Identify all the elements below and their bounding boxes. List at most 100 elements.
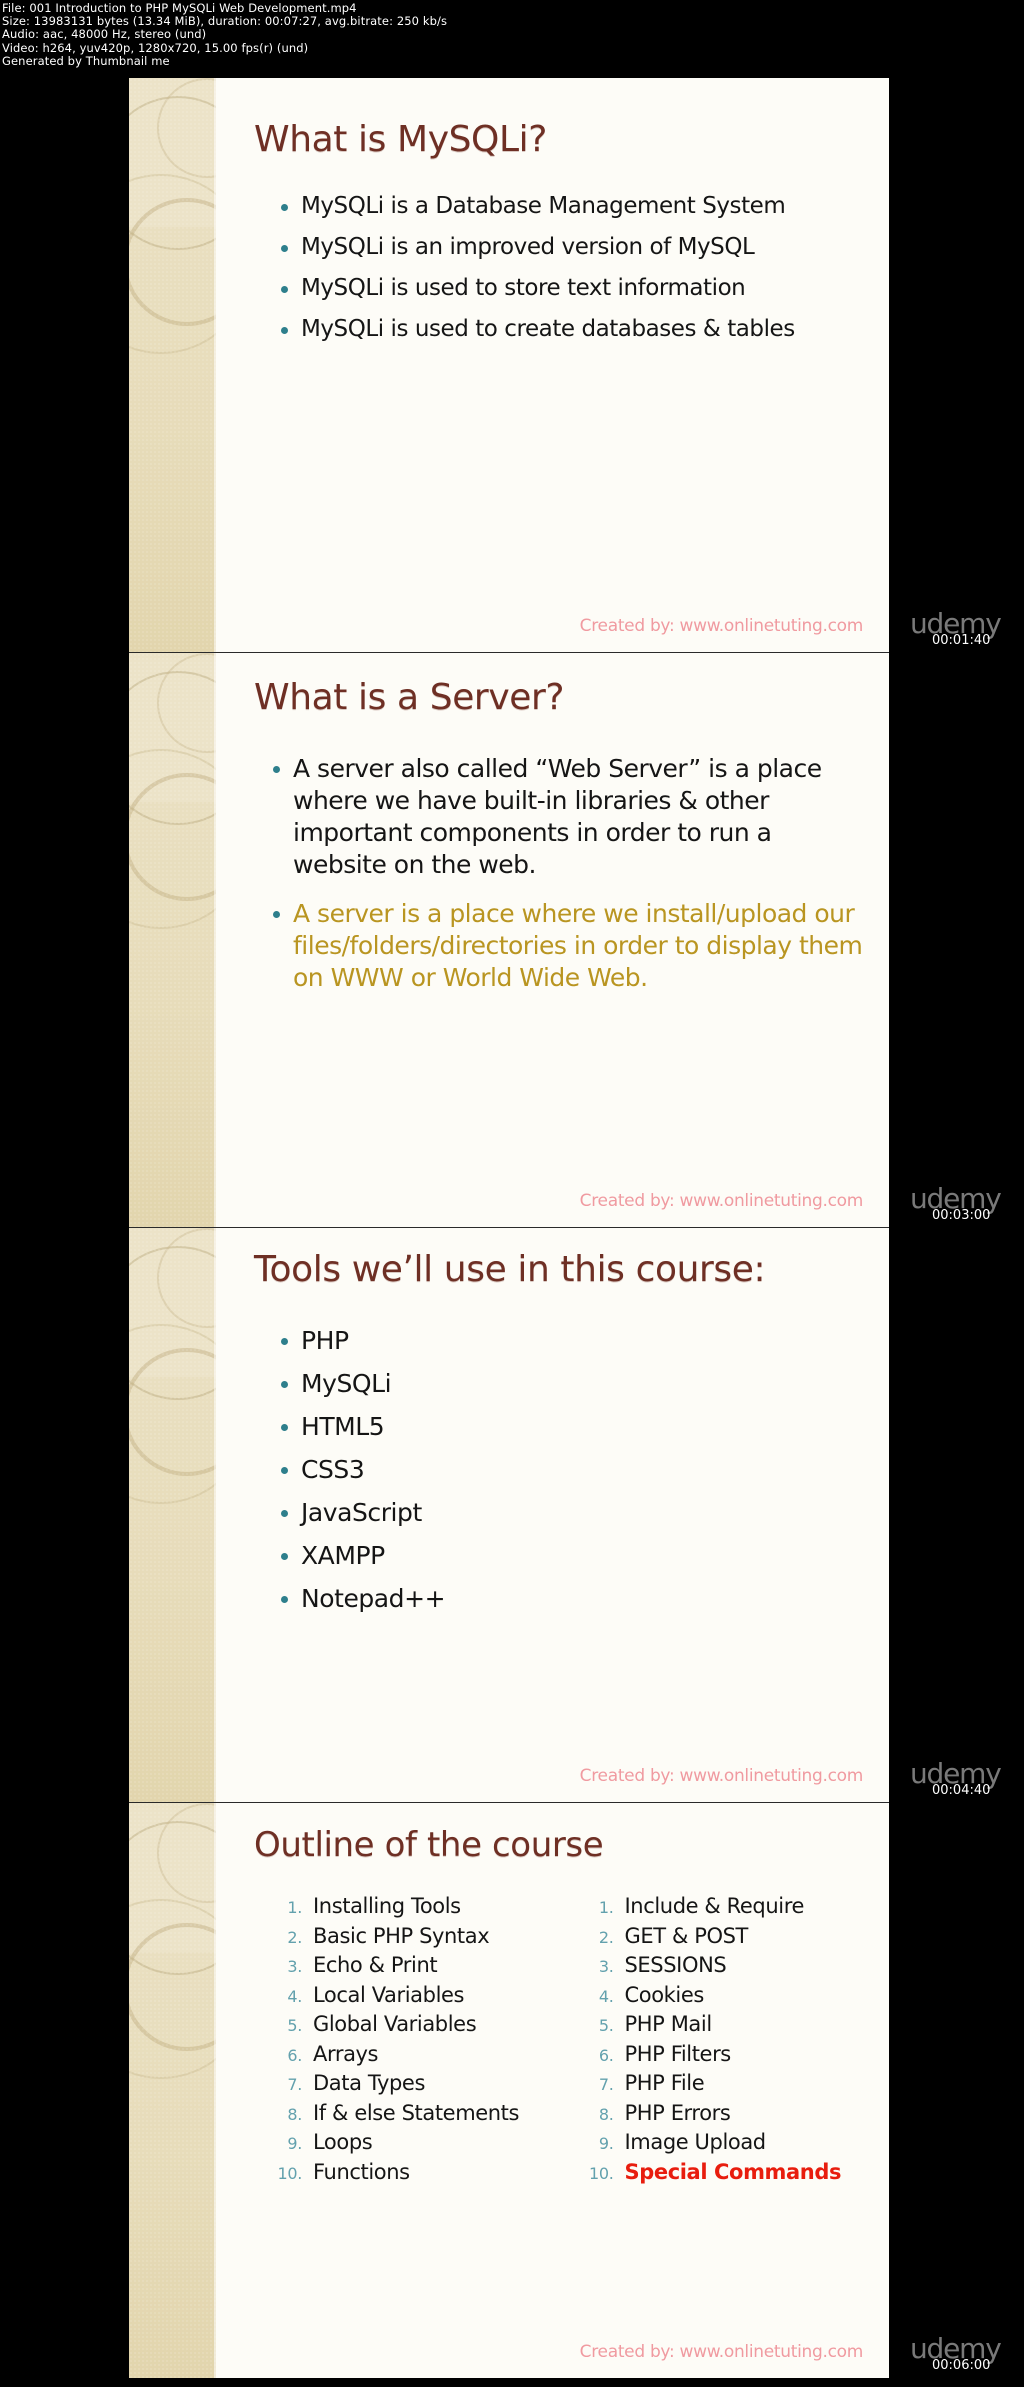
- decorative-ring-icon: [129, 1923, 216, 2051]
- outline-number: 9.: [598, 2134, 614, 2153]
- decorative-ring-icon: [129, 1246, 216, 1400]
- slide-thumbnail-strip: What is MySQLi? MySQLi is a Database Mana…: [0, 78, 1024, 2378]
- slide-2[interactable]: What is a Server? A server also called “W…: [129, 653, 889, 1228]
- timestamp-label: 00:06:00: [932, 2358, 991, 2373]
- slide-title: What is MySQLi?: [254, 119, 547, 160]
- outline-label: Functions: [313, 2159, 410, 2184]
- decorative-ring-icon: [129, 773, 216, 901]
- outline-number: 2.: [287, 1927, 302, 1947]
- outline-label: Loops: [313, 2130, 373, 2154]
- slide-footer-credit: Created by: www.onlinetuting.com: [579, 2342, 864, 2362]
- outline-number: 5.: [287, 2016, 302, 2035]
- outline-label: Special Commands: [624, 2159, 842, 2184]
- outline-row: 1. Installing Tools: [266, 1895, 558, 1918]
- outline-number: 1.: [598, 1898, 614, 1917]
- outline-number: 2.: [598, 1927, 614, 1947]
- decorative-ring-icon: [129, 1899, 216, 2079]
- bullet-item: MySQLi: [274, 1369, 445, 1398]
- outline-label: Global Variables: [313, 2012, 477, 2036]
- outline-label: Arrays: [313, 2041, 379, 2066]
- slide-decorative-band: [129, 1803, 216, 2378]
- udemy-watermark: udemy 00:06:00: [906, 2332, 1024, 2378]
- slide-content: What is MySQLi? MySQLi is a Database Mana…: [216, 78, 889, 652]
- outline-row: 5. Global Variables: [266, 2013, 558, 2036]
- bullet-item: A server also called “Web Server” is a p…: [266, 753, 866, 881]
- outline-label: PHP Errors: [624, 2100, 731, 2125]
- outline-label: Basic PHP Syntax: [313, 1923, 490, 1948]
- bullet-item: A server is a place where we install/upl…: [266, 898, 866, 994]
- bullet-item: MySQLi is an improved version of MySQL: [274, 234, 795, 261]
- outline-row: 6. PHP Filters: [578, 2041, 870, 2066]
- outline-row: 8. PHP Errors: [578, 2100, 870, 2125]
- bullet-item: JavaScript: [274, 1498, 445, 1527]
- bullet-list: A server also called “Web Server” is a p…: [266, 753, 866, 1011]
- decorative-ring-icon: [157, 78, 216, 178]
- outline-label: Cookies: [624, 1982, 705, 2007]
- slide-footer-credit: Created by: www.onlinetuting.com: [579, 616, 864, 636]
- bullet-item: MySQLi is used to create databases & tab…: [274, 316, 795, 343]
- outline-label: Include & Require: [624, 1894, 805, 1918]
- decorative-ring-icon: [157, 1803, 216, 1903]
- outline-label: PHP Mail: [624, 2012, 713, 2036]
- slide-content: Tools we’ll use in this course: PHP MySQLi…: [216, 1228, 889, 1802]
- slide-title: Tools we’ll use in this course:: [254, 1249, 766, 1290]
- outline-number: 4.: [287, 1986, 302, 2006]
- metadata-audio-line: Audio: aac, 48000 Hz, stereo (und): [2, 27, 207, 42]
- outline-number: 5.: [598, 2016, 614, 2035]
- bullet-item: MySQLi is a Database Management System: [274, 193, 795, 220]
- bullet-item: HTML5: [274, 1412, 445, 1441]
- outline-number: 3.: [598, 1957, 614, 1976]
- outline-column-2: 1. Include & Require 2. GET & POST 3. SESSION…: [578, 1895, 870, 2190]
- bullet-list: PHP MySQLi HTML5 CSS3 JavaScript XAMPP Notepad…: [274, 1326, 446, 1627]
- slide-content: What is a Server? A server also called “W…: [216, 653, 889, 1227]
- outline-label: Echo & Print: [313, 1953, 438, 1977]
- outline-label: Installing Tools: [313, 1894, 461, 1918]
- outline-number: 3.: [287, 1957, 302, 1976]
- decorative-ring-icon: [157, 653, 216, 753]
- outline-number: 8.: [598, 2104, 614, 2124]
- outline-row: 6. Arrays: [266, 2041, 558, 2066]
- outline-row: 2. GET & POST: [578, 1924, 870, 1948]
- outline-number: 6.: [598, 2045, 614, 2065]
- udemy-watermark: udemy 00:01:40: [906, 607, 1024, 653]
- bullet-item: PHP: [274, 1326, 445, 1355]
- outline-label: If & else Statements: [313, 2100, 520, 2125]
- outline-row: 4. Local Variables: [266, 1982, 558, 2007]
- decorative-ring-icon: [129, 1348, 216, 1476]
- outline-number: 9.: [287, 2134, 302, 2153]
- slide-content: Outline of the course 1. Installing Tools 2…: [216, 1803, 889, 2378]
- metadata-video-line: Video: h264, yuv420p, 1280x720, 15.00 fp…: [2, 40, 309, 55]
- metadata-generator-line: Generated by Thumbnail me: [2, 53, 170, 68]
- outline-row: 8. If & else Statements: [266, 2100, 558, 2125]
- video-metadata-header: File: 001 Introduction to PHP MySQLi Web…: [0, 0, 1024, 78]
- outline-number: 10.: [588, 2163, 614, 2183]
- outline-row: 2. Basic PHP Syntax: [266, 1923, 558, 1948]
- outline-number: 6.: [287, 2045, 302, 2065]
- outline-number: 1.: [287, 1898, 302, 1917]
- slide-decorative-band: [129, 78, 216, 652]
- udemy-watermark: udemy 00:04:40: [906, 1757, 1024, 1803]
- outline-number: 10.: [277, 2163, 302, 2183]
- timestamp-label: 00:03:00: [932, 1208, 991, 1223]
- outline-row: 10. Special Commands: [578, 2159, 870, 2184]
- slide-4[interactable]: Outline of the course 1. Installing Tools 2…: [129, 1803, 889, 2378]
- decorative-ring-icon: [129, 174, 216, 354]
- outline-label: Local Variables: [313, 1982, 465, 2007]
- slide-decorative-band: [129, 1228, 216, 1802]
- outline-label: PHP Filters: [624, 2041, 732, 2066]
- outline-row: 7. PHP File: [578, 2072, 870, 2095]
- slide-decorative-band: [129, 653, 216, 1227]
- slide-1[interactable]: What is MySQLi? MySQLi is a Database Mana…: [129, 78, 889, 653]
- slide-title: What is a Server?: [254, 677, 565, 718]
- slide-footer-credit: Created by: www.onlinetuting.com: [579, 1766, 864, 1786]
- outline-row: 3. SESSIONS: [578, 1954, 870, 1977]
- outline-column-1: 1. Installing Tools 2. Basic PHP Syntax 3. Ec…: [266, 1895, 558, 2190]
- outline-label: Image Upload: [624, 2130, 767, 2154]
- outline-row: 5. PHP Mail: [578, 2013, 870, 2036]
- outline-label: PHP File: [624, 2071, 705, 2095]
- bullet-item: Notepad++: [274, 1584, 446, 1613]
- outline-row: 1. Include & Require: [578, 1895, 870, 1918]
- outline-row: 9. Image Upload: [578, 2131, 870, 2154]
- outline-row: 10. Functions: [266, 2159, 558, 2184]
- slide-3[interactable]: Tools we’ll use in this course: PHP MySQLi…: [129, 1228, 889, 1803]
